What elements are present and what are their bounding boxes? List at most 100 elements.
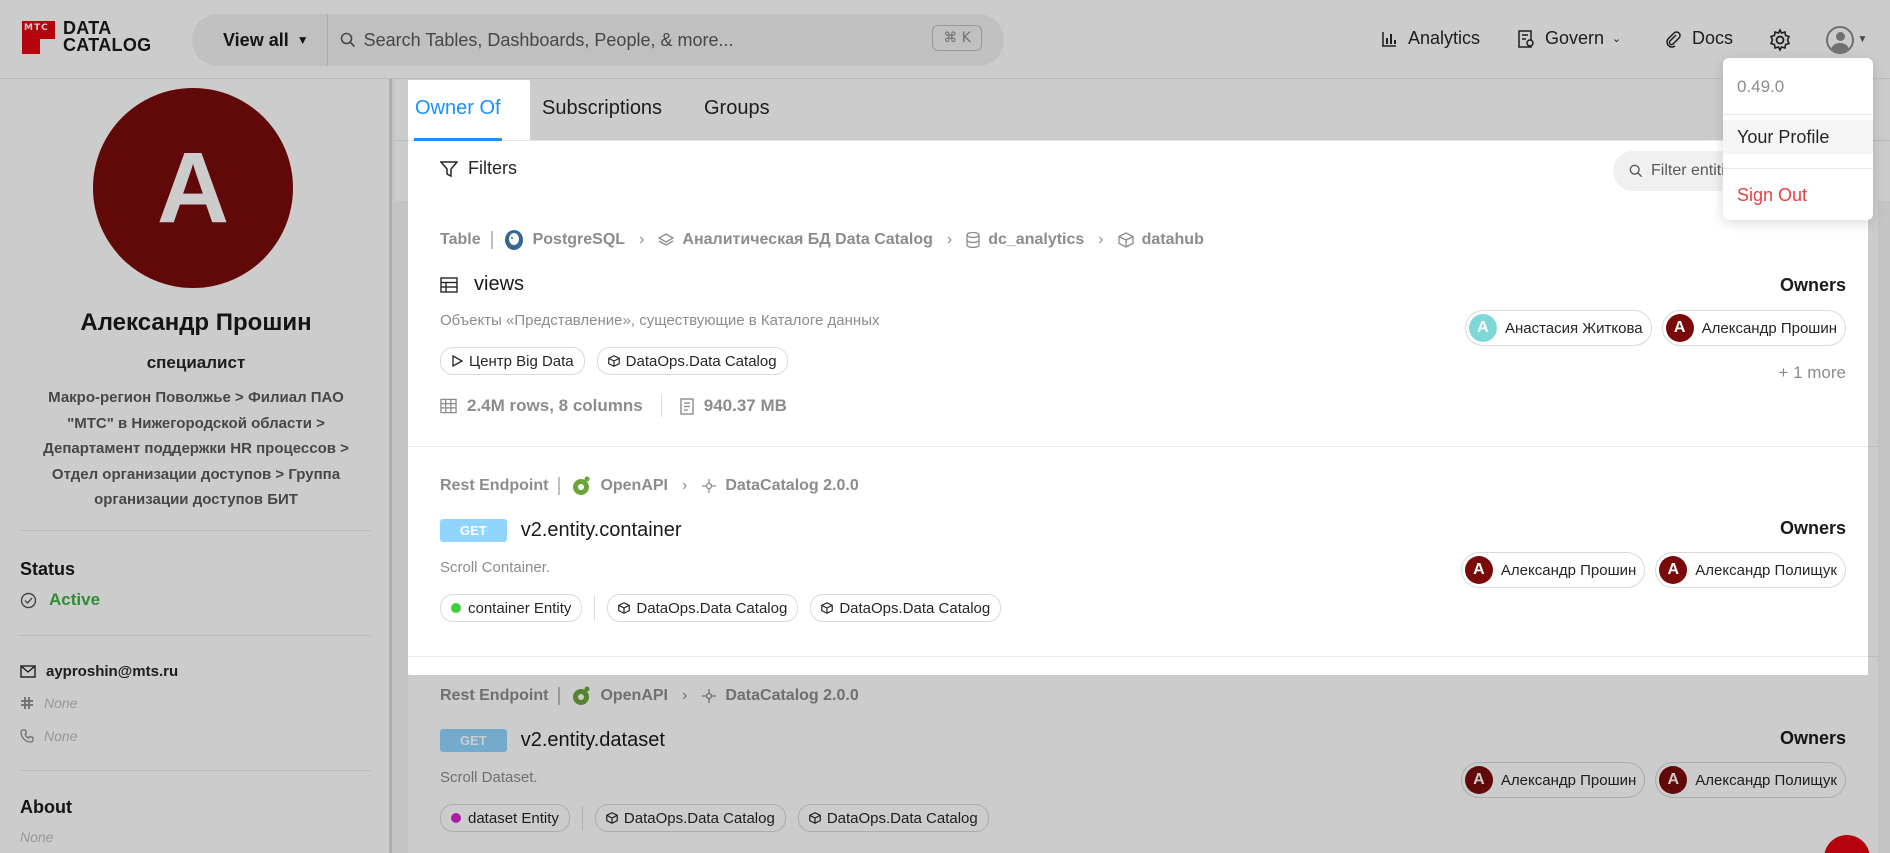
slack-icon xyxy=(21,697,33,709)
keyboard-shortcut-hint: ⌘ K xyxy=(932,25,982,51)
product-tag[interactable]: DataOps.Data Catalog xyxy=(797,804,989,832)
gear-icon[interactable] xyxy=(1768,28,1792,52)
top-navigation-bar: MTC DATA CATALOG View all ▼ ⌘ K Analytic… xyxy=(0,0,1890,79)
platform-name[interactable]: OpenAPI xyxy=(600,687,668,705)
chevron-down-icon: ⌄ xyxy=(1612,33,1622,45)
product-tag[interactable]: DataOps.Data Catalog xyxy=(607,594,799,622)
divider xyxy=(1723,114,1873,115)
storage-size: 940.37 MB xyxy=(703,396,787,415)
slack-contact: None xyxy=(20,695,77,711)
tab-owner-of[interactable]: Owner Of xyxy=(415,97,501,120)
filters-label: Filters xyxy=(468,158,517,178)
term-color-dot xyxy=(451,603,461,613)
cube-icon xyxy=(821,602,834,614)
divider xyxy=(594,596,596,620)
more-owners-link[interactable]: + 1 more xyxy=(1778,363,1846,383)
avatar: А xyxy=(1464,766,1493,794)
logo[interactable]: MTC DATA CATALOG xyxy=(22,19,151,54)
api-icon xyxy=(701,478,717,494)
your-profile-menu-item[interactable]: Your Profile xyxy=(1723,120,1873,154)
search-input[interactable] xyxy=(363,29,924,51)
http-method-badge: GET xyxy=(440,729,507,752)
database-icon xyxy=(966,232,980,248)
profile-org-path: Макро-регион Поволжье > Филиал ПАО "МТС"… xyxy=(43,389,349,508)
tab-groups[interactable]: Groups xyxy=(704,97,770,120)
openapi-icon xyxy=(570,475,592,497)
tag-label: DataOps.Data Catalog xyxy=(826,809,978,827)
file-size-icon xyxy=(680,397,694,415)
list-item[interactable]: Rest Endpoint OpenAPI › DataCatalog 2.0.… xyxy=(408,447,1878,657)
main-content: Owner Of Subscriptions Groups Filters Fi… xyxy=(395,79,1890,853)
divider xyxy=(20,770,370,771)
owner-list: А Анастасия Житкова А Александр Прошин xyxy=(1455,310,1846,346)
product-tag[interactable]: DataOps.Data Catalog xyxy=(596,347,788,375)
breadcrumb-item[interactable]: datahub xyxy=(1142,231,1204,249)
breadcrumb-item[interactable]: Аналитическая БД Data Catalog xyxy=(682,231,933,249)
entity-title-link[interactable]: GET v2.entity.dataset xyxy=(440,729,665,752)
tab-subscriptions[interactable]: Subscriptions xyxy=(542,97,662,120)
filter-bar: Filters Filter entiti xyxy=(395,141,1890,201)
avatar: А xyxy=(1665,314,1694,342)
entity-title-link[interactable]: views xyxy=(440,273,524,296)
owner-name: Александр Полищук xyxy=(1695,561,1837,579)
about-value: None xyxy=(20,829,54,845)
platform-name[interactable]: PostgreSQL xyxy=(533,231,625,249)
email-contact[interactable]: ayproshin@mts.ru xyxy=(20,663,178,680)
tag-label: DataOps.Data Catalog xyxy=(625,352,777,370)
product-tag[interactable]: DataOps.Data Catalog xyxy=(810,594,1002,622)
cube-icon xyxy=(1117,232,1134,248)
tag-list: Центр Big Data DataOps.Data Catalog xyxy=(440,347,800,375)
entity-title-link[interactable]: GET v2.entity.container xyxy=(440,519,682,542)
divider xyxy=(20,635,370,636)
filters-button[interactable]: Filters xyxy=(440,158,517,179)
profile-sidebar: A Александр Прошин специалист Макро-реги… xyxy=(0,79,392,853)
caret-down-icon: ▼ xyxy=(1857,34,1868,45)
entity-description: Scroll Container. xyxy=(440,559,551,576)
owners-label: Owners xyxy=(1779,728,1846,748)
govern-nav-dropdown[interactable]: Govern ⌄ xyxy=(1517,28,1621,49)
divider xyxy=(20,530,370,531)
sign-out-menu-item[interactable]: Sign Out xyxy=(1737,185,1807,206)
breadcrumb: Rest Endpoint OpenAPI › DataCatalog 2.0.… xyxy=(440,475,859,497)
owner-chip[interactable]: А Александр Прошин xyxy=(1661,310,1846,346)
app-version: 0.49.0 xyxy=(1737,77,1785,96)
breadcrumb-item[interactable]: dc_analytics xyxy=(988,231,1084,249)
owner-chip[interactable]: А Анастасия Житкова xyxy=(1464,310,1652,346)
tag-label: DataOps.Data Catalog xyxy=(839,599,991,617)
avatar: A xyxy=(93,88,293,288)
owner-chip[interactable]: А Александр Полищук xyxy=(1655,762,1846,798)
tag-list: dataset Entity DataOps.Data Catalog Data… xyxy=(440,804,1001,832)
layers-icon xyxy=(658,233,675,247)
docs-nav-link[interactable]: Docs xyxy=(1664,28,1733,49)
list-item[interactable]: Rest Endpoint OpenAPI › DataCatalog 2.0.… xyxy=(408,657,1878,853)
about-label: About xyxy=(20,797,72,817)
bar-chart-icon xyxy=(1382,31,1396,47)
glossary-term-tag[interactable]: dataset Entity xyxy=(440,804,570,832)
phone-value: None xyxy=(44,728,78,744)
product-tag[interactable]: DataOps.Data Catalog xyxy=(594,804,786,832)
breadcrumb-item[interactable]: DataCatalog 2.0.0 xyxy=(725,687,858,705)
entity-description: Scroll Dataset. xyxy=(440,769,538,786)
cube-icon xyxy=(618,602,631,614)
entity-type: Table xyxy=(440,231,493,249)
status-label: Status xyxy=(20,559,76,579)
glossary-term-tag[interactable]: container Entity xyxy=(440,594,583,622)
owner-chip[interactable]: А Александр Прошин xyxy=(1460,552,1646,588)
list-item[interactable]: Table PostgreSQL › Аналитическая БД Data… xyxy=(408,201,1878,447)
profile-title: специалист xyxy=(146,353,246,372)
tag-label: container Entity xyxy=(468,599,572,617)
owner-chip[interactable]: А Александр Полищук xyxy=(1655,552,1846,588)
owners-label: Owners xyxy=(1779,275,1846,295)
platform-name[interactable]: OpenAPI xyxy=(600,477,668,495)
view-all-dropdown[interactable]: View all ▼ xyxy=(192,14,328,66)
owner-name: Анастасия Житкова xyxy=(1504,319,1643,337)
breadcrumb-item[interactable]: DataCatalog 2.0.0 xyxy=(725,477,858,495)
play-icon xyxy=(452,355,463,367)
breadcrumb: Rest Endpoint OpenAPI › DataCatalog 2.0.… xyxy=(440,685,859,707)
domain-tag[interactable]: Центр Big Data xyxy=(440,347,585,375)
table-icon xyxy=(440,276,458,293)
tag-label: dataset Entity xyxy=(468,809,559,827)
avatar: А xyxy=(1468,314,1497,342)
owner-chip[interactable]: А Александр Прошин xyxy=(1460,762,1646,798)
analytics-nav-link[interactable]: Analytics xyxy=(1380,28,1480,49)
